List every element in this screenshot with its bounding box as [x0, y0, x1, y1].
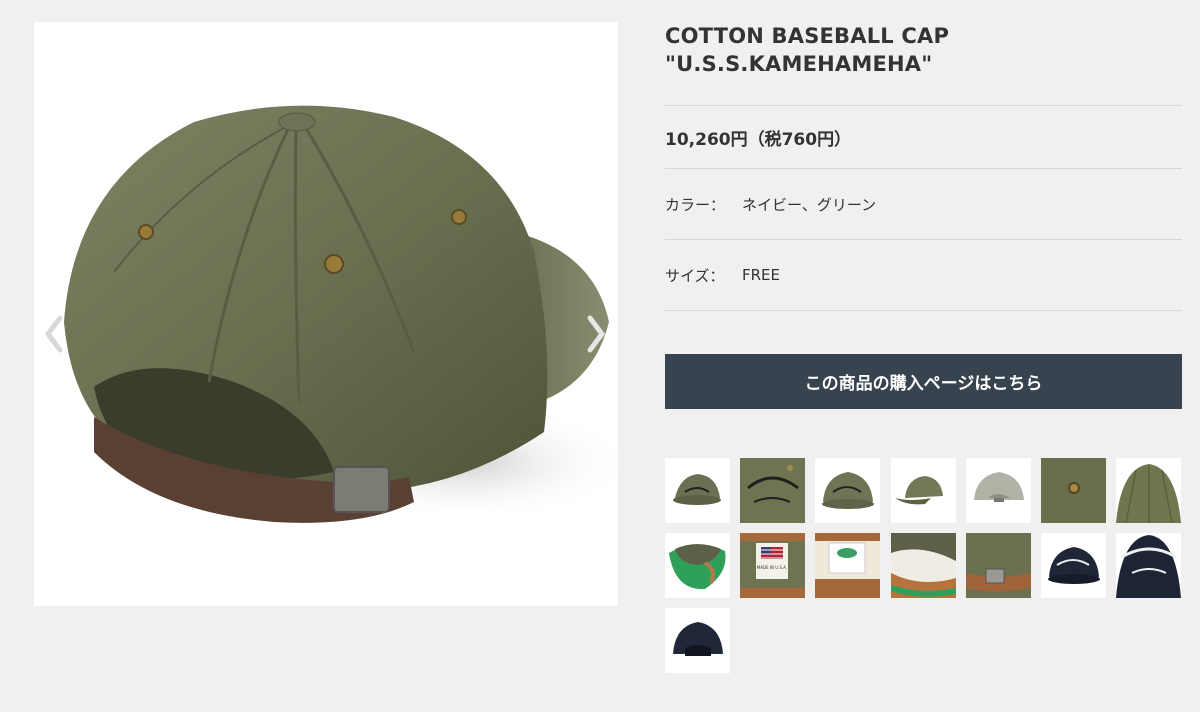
divider [665, 310, 1182, 311]
color-value: ネイビー、グリーン [742, 195, 877, 214]
size-label: サイズ： [665, 266, 725, 285]
thumbnail-cap-underside-green[interactable] [665, 533, 730, 598]
thumbnail-green-cap-side[interactable] [815, 458, 880, 523]
product-price: 10,260円（税760円） [665, 129, 852, 150]
next-image-button[interactable] [582, 312, 610, 356]
thumbnail-navy-cap-embroidery[interactable] [1116, 533, 1181, 598]
product-info: COTTON BASEBALL CAP "U.S.S.KAMEHAMEHA" 1… [665, 22, 1182, 409]
previous-image-button[interactable] [40, 312, 68, 356]
size-spec: サイズ： FREE [665, 240, 1182, 310]
thumbnail-green-cap-crown[interactable] [1116, 458, 1181, 523]
chevron-left-icon [44, 315, 63, 353]
thumbnail-green-cap-profile[interactable] [891, 458, 956, 523]
color-spec: カラー： ネイビー、グリーン [665, 169, 1182, 239]
thumbnail-grey-cap-back[interactable] [966, 458, 1031, 523]
thumbnail-made-in-usa-tag[interactable]: MADE IN U.S.A. [740, 533, 805, 598]
product-title-line2: "U.S.S.KAMEHAMEHA" [665, 52, 933, 76]
chevron-right-icon [587, 315, 606, 353]
color-label: カラー： [665, 195, 726, 214]
usa-tag-text: MADE IN U.S.A. [757, 565, 787, 570]
thumbnail-navy-cap-front[interactable] [1041, 533, 1106, 598]
buy-page-button[interactable]: この商品の購入ページはこちら [665, 354, 1182, 409]
thumbnail-cap-sweatband[interactable] [891, 533, 956, 598]
thumbnail-green-fabric-eyelet[interactable] [1041, 458, 1106, 523]
thumbnail-green-cap-front[interactable] [665, 458, 730, 523]
thumbnail-cap-inner-label[interactable] [815, 533, 880, 598]
size-value: FREE [742, 266, 781, 284]
main-product-image [34, 22, 618, 606]
thumbnail-leather-strap-detail[interactable] [966, 533, 1031, 598]
thumbnail-green-cap-embroidery[interactable] [740, 458, 805, 523]
product-title: COTTON BASEBALL CAP "U.S.S.KAMEHAMEHA" [665, 22, 1182, 105]
product-title-line1: COTTON BASEBALL CAP [665, 24, 950, 48]
thumbnail-navy-cap-back[interactable] [665, 608, 730, 673]
